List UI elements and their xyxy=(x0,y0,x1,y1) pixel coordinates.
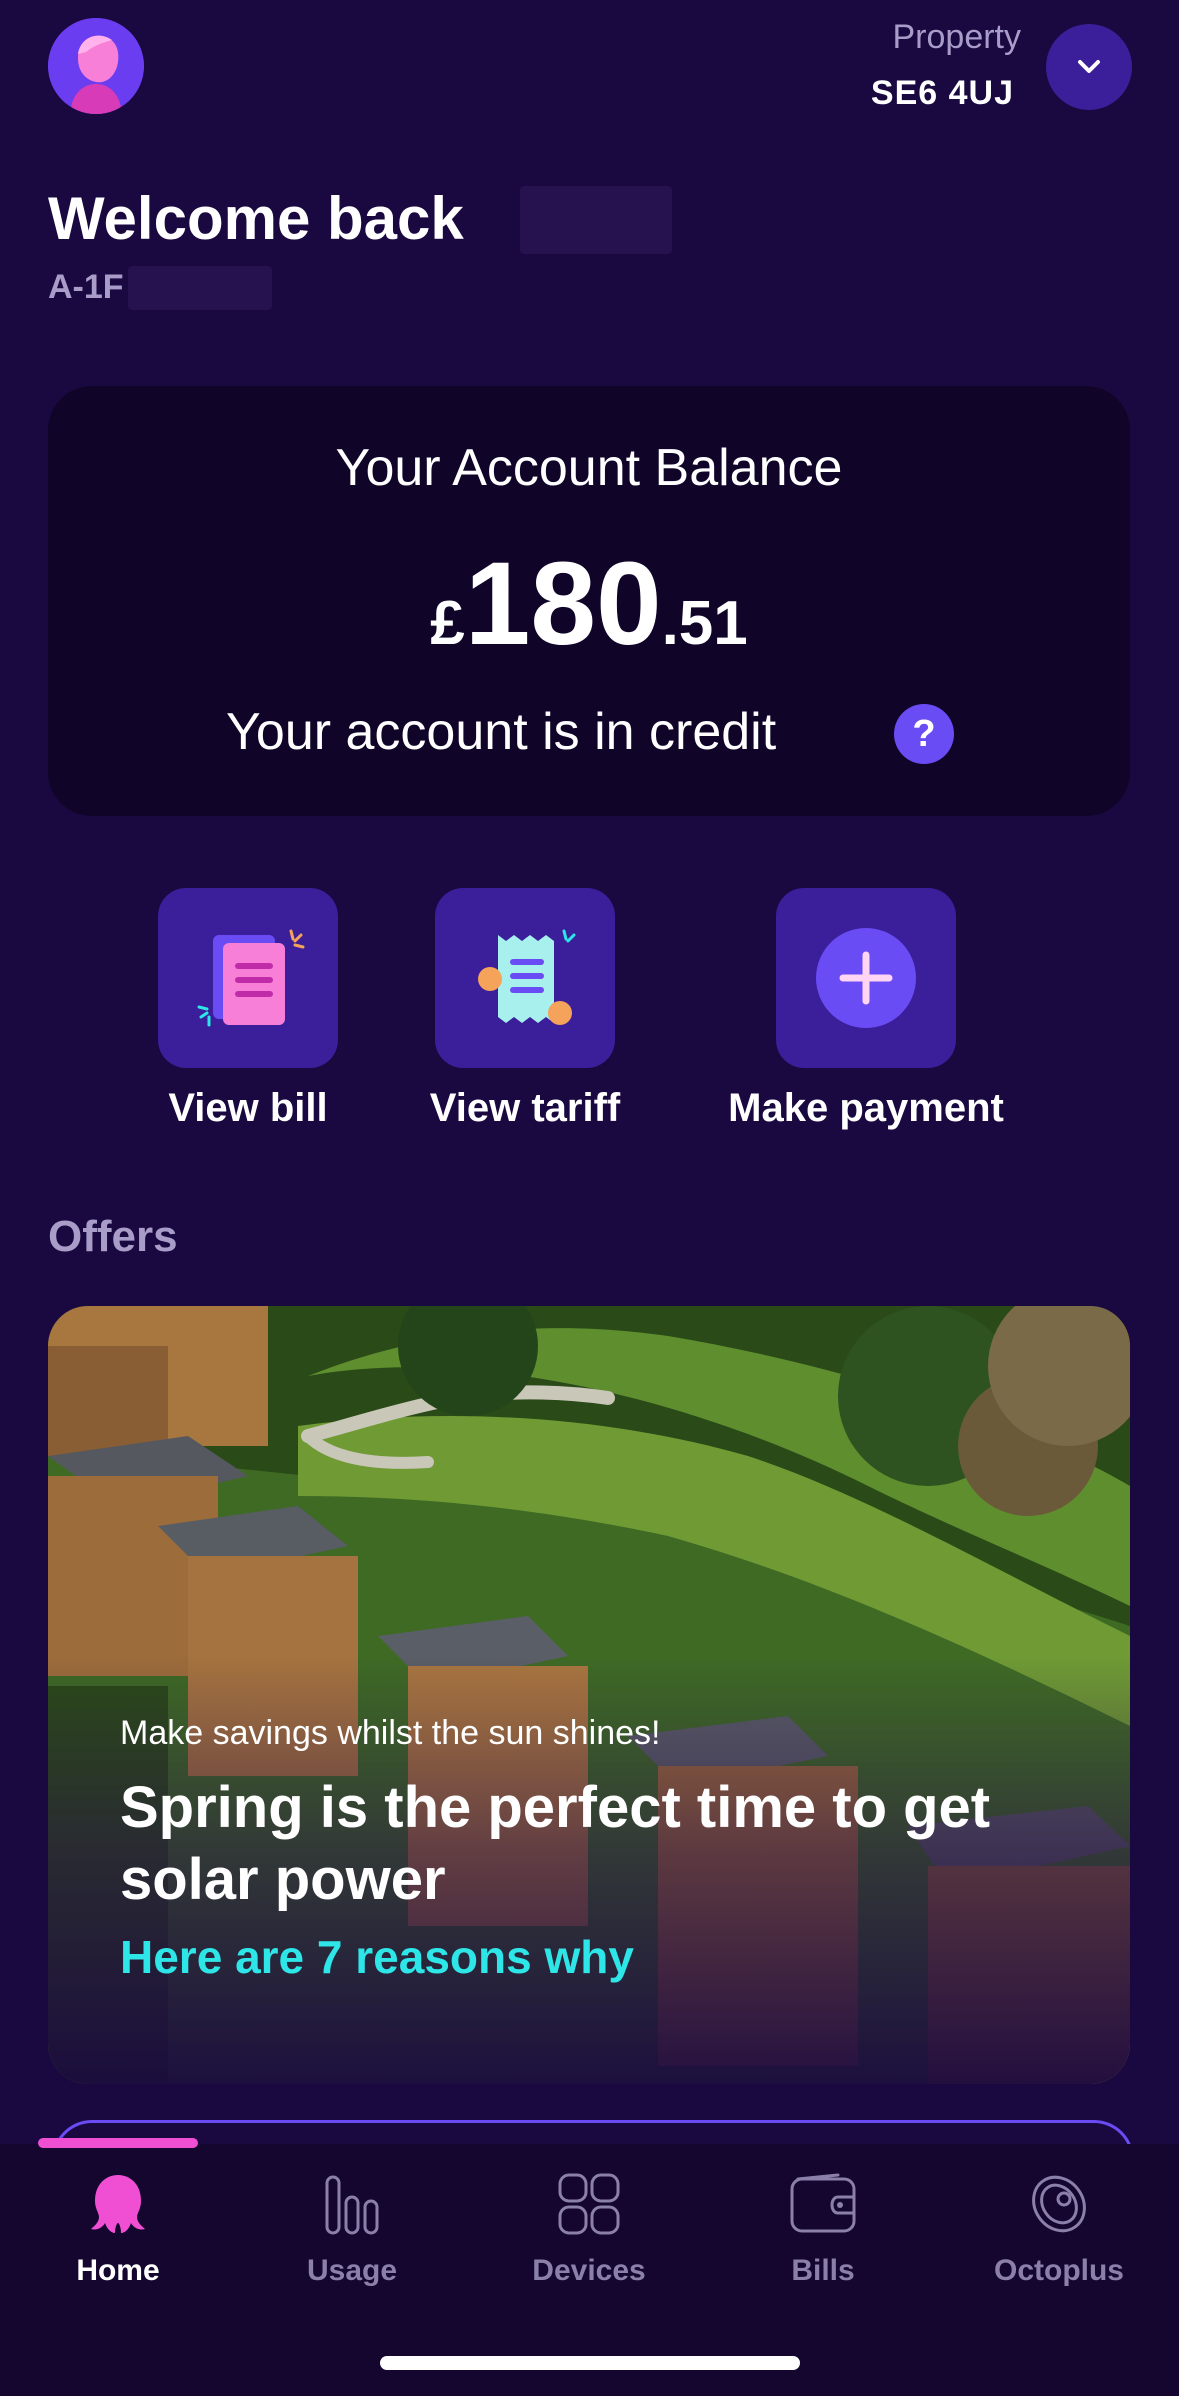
home-indicator-bar[interactable] xyxy=(380,2356,800,2370)
offers-section-title: Offers xyxy=(48,1212,178,1261)
redacted-account-number xyxy=(128,266,272,310)
balance-amount: £180.51 xyxy=(48,536,1130,672)
account-number: A-1F xyxy=(48,268,124,306)
nav-bills-label: Bills xyxy=(791,2254,855,2287)
nav-usage-label: Usage xyxy=(306,2254,398,2287)
redacted-name xyxy=(520,186,672,254)
nav-bills[interactable]: Bills xyxy=(705,2144,941,2294)
wallet-icon xyxy=(790,2173,856,2233)
nav-octoplus[interactable]: Octoplus xyxy=(941,2144,1177,2294)
property-dropdown-button[interactable] xyxy=(1046,24,1132,110)
balance-whole: 180 xyxy=(464,538,662,670)
make-payment-button[interactable] xyxy=(776,888,956,1068)
bill-document-icon xyxy=(197,929,305,1027)
offer-kicker: Make savings whilst the sun shines! xyxy=(120,1714,661,1752)
welcome-heading: Welcome back xyxy=(48,185,464,252)
nav-usage[interactable]: Usage xyxy=(234,2144,470,2294)
chevron-down-icon xyxy=(1078,60,1100,73)
view-tariff-label: View tariff xyxy=(429,1086,621,1130)
account-balance-card: Your Account Balance £180.51 Your accoun… xyxy=(48,386,1130,816)
balance-currency: £ xyxy=(430,589,465,658)
view-bill-label: View bill xyxy=(168,1086,328,1130)
balance-title: Your Account Balance xyxy=(335,439,843,497)
nav-devices-label: Devices xyxy=(532,2254,646,2287)
solar-offer-card[interactable]: Make savings whilst the sun shines! Spri… xyxy=(48,1306,1130,2084)
user-avatar-icon xyxy=(48,18,144,114)
active-tab-indicator xyxy=(38,2138,198,2148)
nav-home[interactable]: Home xyxy=(0,2144,236,2294)
octopus-icon xyxy=(91,2175,145,2233)
bar-chart-icon xyxy=(325,2175,379,2235)
offer-link[interactable]: Here are 7 reasons why xyxy=(120,1930,634,1984)
tariff-receipt-icon xyxy=(478,929,576,1025)
nav-home-label: Home xyxy=(76,2254,160,2287)
view-tariff-button[interactable] xyxy=(435,888,615,1068)
grid-icon xyxy=(558,2173,620,2235)
make-payment-label: Make payment xyxy=(728,1086,1004,1130)
balance-decimal: .51 xyxy=(661,589,748,658)
offer-title: Spring is the perfect time to get solar … xyxy=(120,1775,991,1912)
nav-devices[interactable]: Devices xyxy=(471,2144,707,2294)
property-postcode: SE6 4UJ xyxy=(870,74,1014,112)
property-label: Property xyxy=(892,18,1022,56)
balance-help-button[interactable]: ? xyxy=(894,704,954,764)
nav-octoplus-label: Octoplus xyxy=(993,2254,1124,2287)
view-bill-button[interactable] xyxy=(158,888,338,1068)
plus-icon xyxy=(816,928,916,1028)
octoplus-ring-icon xyxy=(1032,2175,1086,2233)
balance-status: Your account is in credit xyxy=(226,703,777,761)
avatar[interactable] xyxy=(48,18,144,114)
